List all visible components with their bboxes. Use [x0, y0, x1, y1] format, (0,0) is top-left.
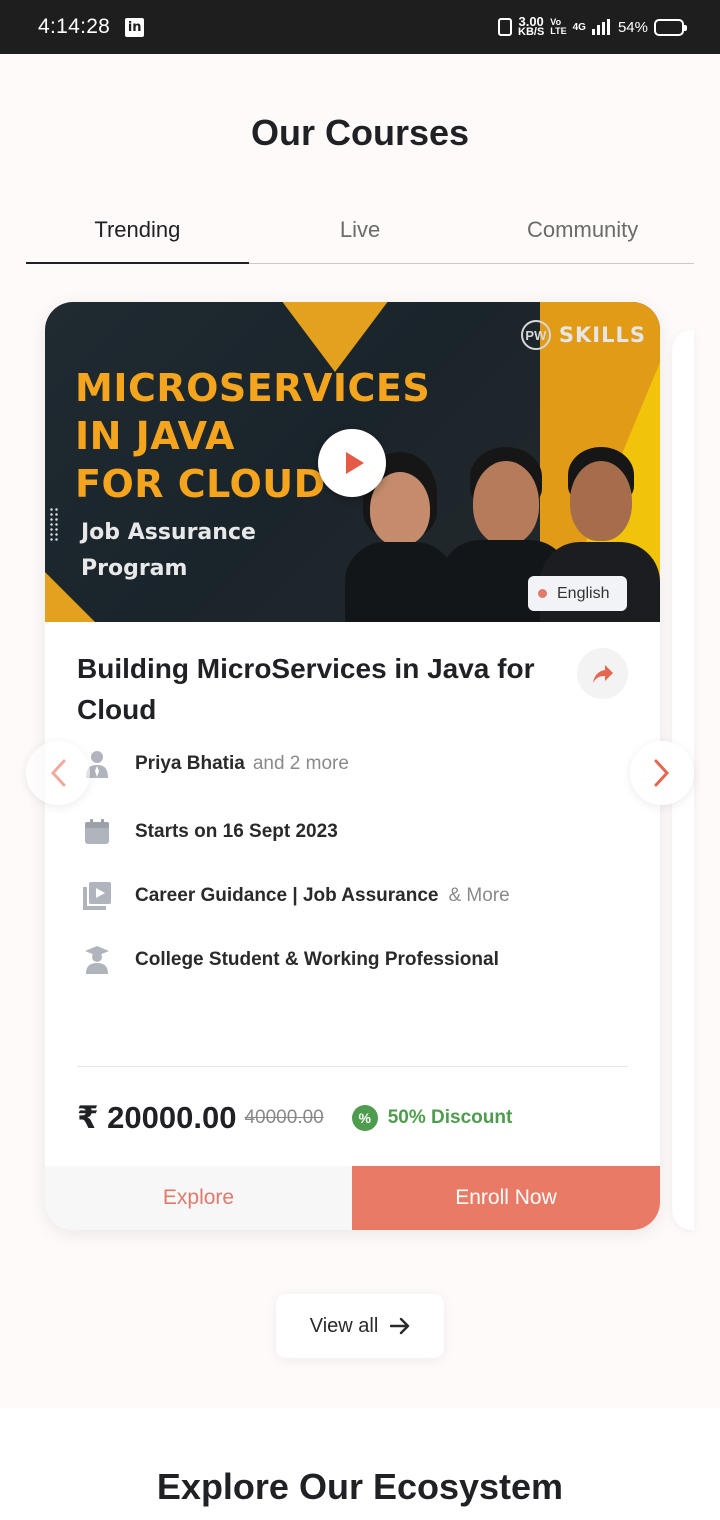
status-time: 4:14:28 — [38, 15, 111, 38]
course-tabs: Trending Live Community — [26, 200, 694, 264]
battery-percent: 54% — [617, 18, 648, 36]
network-type: 4G — [572, 21, 586, 33]
page-title: Our Courses — [250, 112, 470, 153]
card-divider — [77, 1066, 628, 1067]
ecosystem-section: Explore Our Ecosystem — [0, 1408, 720, 1520]
start-date-row: Starts on 16 Sept 2023 — [77, 812, 338, 852]
pw-logo-icon: PW — [520, 320, 551, 350]
play-icon — [345, 452, 364, 474]
instructor-row: Priya Bhatia and 2 more — [77, 744, 349, 784]
start-date: Starts on 16 Sept 2023 — [135, 821, 338, 842]
play-video-button[interactable] — [318, 429, 386, 497]
vibrate-icon — [498, 18, 512, 36]
course-features: Career Guidance | Job Assurance — [135, 885, 439, 906]
carousel-prev-button[interactable] — [26, 741, 90, 805]
chevron-right-icon — [654, 759, 670, 787]
banner-subtitle: Job Assurance Program — [81, 520, 256, 581]
view-all-label: View all — [309, 1314, 379, 1337]
status-bar: 4:14:28 in 3.00 KB/S Vo LTE 4G 54% — [0, 0, 720, 54]
course-card: MICROSERVICES IN JAVA FOR CLOUD Job Assu… — [45, 302, 660, 1230]
brand-logo: PW SKILLS — [520, 320, 646, 350]
linkedin-icon: in — [125, 17, 145, 37]
explore-button[interactable]: Explore — [45, 1166, 352, 1230]
brand-name: SKILLS — [558, 323, 646, 347]
volte-indicator: Vo LTE — [550, 17, 567, 36]
tab-trending[interactable]: Trending — [26, 200, 249, 264]
features-row: Career Guidance | Job Assurance & More — [77, 876, 510, 916]
video-library-icon — [77, 876, 117, 916]
share-button[interactable] — [577, 648, 628, 699]
banner-dots-decoration — [49, 507, 59, 541]
status-indicators: 3.00 KB/S Vo LTE 4G 54% — [498, 14, 687, 38]
instructor-more[interactable]: and 2 more — [253, 753, 349, 775]
tab-community[interactable]: Community — [471, 200, 694, 263]
discount-icon: % — [351, 1105, 378, 1131]
course-price: ₹ 20000.00 — [77, 1100, 237, 1135]
chevron-left-icon — [50, 759, 66, 787]
arrow-right-icon — [390, 1317, 410, 1335]
network-speed: 3.00 KB/S — [518, 14, 545, 38]
course-banner[interactable]: MICROSERVICES IN JAVA FOR CLOUD Job Assu… — [45, 302, 660, 622]
features-more[interactable]: & More — [448, 885, 509, 907]
language-badge: English — [528, 576, 627, 611]
language-dot-icon — [538, 589, 547, 598]
target-audience: College Student & Working Professional — [135, 949, 499, 970]
graduate-icon — [77, 940, 117, 980]
ecosystem-title: Explore Our Ecosystem — [156, 1466, 564, 1507]
discount-label: 50% Discount — [387, 1107, 513, 1128]
signal-icon — [591, 19, 610, 35]
original-price: 40000.00 — [244, 1107, 324, 1128]
enroll-now-button[interactable]: Enroll Now — [352, 1166, 660, 1230]
carousel-next-button[interactable] — [630, 741, 694, 805]
audience-row: College Student & Working Professional — [77, 940, 499, 980]
card-actions: Explore Enroll Now — [45, 1166, 660, 1230]
calendar-icon — [77, 812, 117, 852]
view-all-button[interactable]: View all — [276, 1294, 444, 1358]
share-icon — [592, 664, 613, 683]
price-row: ₹ 20000.00 40000.00 % 50% Discount — [77, 1098, 512, 1138]
tab-live[interactable]: Live — [249, 200, 472, 263]
course-title[interactable]: Building MicroServices in Java for Cloud — [77, 648, 567, 730]
instructor-name: Priya Bhatia — [135, 753, 245, 774]
battery-icon — [654, 18, 687, 36]
